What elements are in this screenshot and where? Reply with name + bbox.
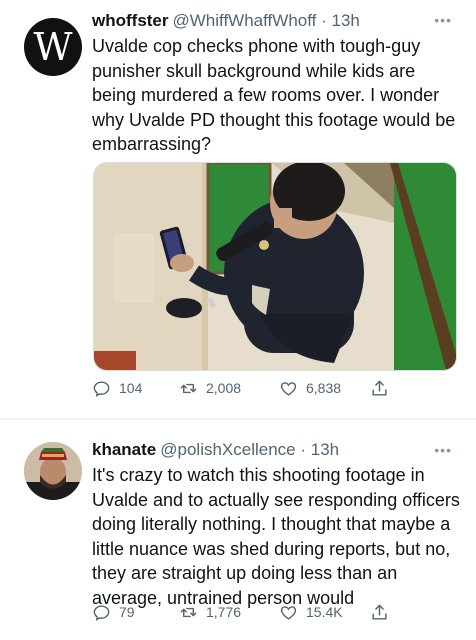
avatar[interactable] <box>24 442 82 500</box>
timestamp[interactable]: 13h <box>331 11 359 30</box>
handle[interactable]: @polishXcellence <box>160 440 295 459</box>
reply-icon <box>93 604 110 621</box>
avatar[interactable]: W <box>24 18 82 76</box>
like-count: 15.4K <box>306 604 343 620</box>
share-button[interactable] <box>370 601 389 623</box>
handle[interactable]: @WhiffWhaffWhoff <box>173 11 317 30</box>
share-icon <box>372 604 387 620</box>
retweet-icon <box>180 383 197 393</box>
reply-count: 104 <box>119 380 143 396</box>
tweet-header: khanate @polishXcellence · 13h <box>92 439 339 461</box>
like-count: 6,838 <box>306 380 342 396</box>
retweet-count: 1,776 <box>206 604 242 620</box>
heart-icon <box>280 605 297 620</box>
tweet-header: whoffster @WhiffWhaffWhoff · 13h <box>92 10 360 32</box>
more-icon[interactable]: ••• <box>434 12 452 28</box>
tweet-actions: 79 1,776 15.4K <box>92 601 462 623</box>
tweet-2[interactable]: khanate @polishXcellence · 13h ••• It's c… <box>0 420 476 640</box>
like-button[interactable]: 6,838 <box>279 377 341 399</box>
retweet-count: 2,008 <box>206 380 242 396</box>
timestamp[interactable]: 13h <box>311 440 339 459</box>
dot-separator: · <box>316 11 332 30</box>
retweet-button[interactable]: 1,776 <box>179 601 241 623</box>
tweet-1[interactable]: W whoffster @WhiffWhaffWhoff · 13h ••• Uv… <box>0 0 476 418</box>
tweet-image[interactable] <box>93 162 457 371</box>
like-button[interactable]: 15.4K <box>279 601 343 623</box>
display-name[interactable]: khanate <box>92 440 156 459</box>
dot-separator: · <box>295 440 311 459</box>
retweet-icon <box>180 607 197 617</box>
security-camera-photo <box>94 163 456 370</box>
tweet-text: Uvalde cop checks phone with tough-guy p… <box>92 36 456 154</box>
tweet-text: It's crazy to watch this shooting footag… <box>92 465 460 608</box>
heart-icon <box>280 381 297 396</box>
reply-button[interactable]: 79 <box>92 601 135 623</box>
display-name[interactable]: whoffster <box>92 11 169 30</box>
avatar-letter: W <box>33 25 73 69</box>
avatar-photo <box>24 442 82 500</box>
share-button[interactable] <box>370 377 389 399</box>
tweet-actions: 104 2,008 6,838 <box>92 377 462 399</box>
share-icon <box>372 380 387 396</box>
reply-icon <box>93 380 110 397</box>
retweet-button[interactable]: 2,008 <box>179 377 241 399</box>
reply-button[interactable]: 104 <box>92 377 142 399</box>
more-icon[interactable]: ••• <box>434 442 452 458</box>
reply-count: 79 <box>119 604 135 620</box>
